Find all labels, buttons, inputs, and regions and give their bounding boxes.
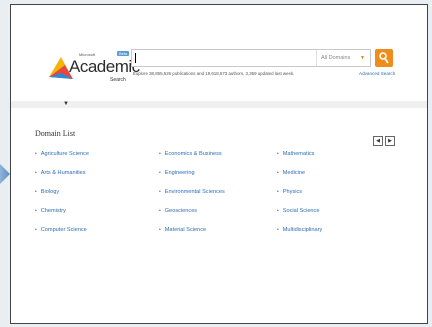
header: Microsoft Beta Academic Search All Domai… [11,5,427,101]
domain-link[interactable]: • Social Science [277,206,319,216]
domain-link[interactable]: • Medicine [277,168,305,178]
search-box: All Domains ▼ [131,49,371,67]
search-button[interactable] [375,49,393,67]
next-page-icon[interactable]: ▶ [385,136,395,146]
explore-stats-text: Explore 38,855,526 publications and 19,6… [133,71,295,76]
advanced-search-link[interactable]: Advanced Search [359,71,395,76]
beta-badge: Beta [117,51,130,56]
domain-link[interactable]: • Computer Science [35,225,87,235]
logo-search-text: Search [110,77,126,83]
domain-link[interactable]: • Geosciences [159,206,197,216]
domain-link[interactable]: • Engineering [159,168,195,178]
domain-link[interactable]: • Physics [277,187,302,197]
previous-page-icon[interactable]: ◀ [373,136,383,146]
domain-link[interactable]: • Arts & Humanities [35,168,86,178]
search-icon [379,52,389,64]
side-arrow-decoration [0,164,10,184]
dropdown-arrow-icon: ▼ [360,55,365,61]
domain-link[interactable]: • Multidisciplinary [277,225,322,235]
domain-link[interactable]: • Biology [35,187,59,197]
domain-link[interactable]: • Environmental Sciences [159,187,225,197]
domain-list-title: Domain List [35,129,76,138]
domain-link[interactable]: • Material Science [159,225,206,235]
domain-pager: ◀ ▶ [373,129,397,147]
domain-select[interactable]: All Domains ▼ [316,50,370,66]
search-input[interactable] [132,50,316,66]
logo-academic-text: Academic [69,57,140,76]
browser-window: Microsoft Beta Academic Search All Domai… [10,4,428,324]
domain-link[interactable]: • Mathematics [277,149,314,159]
domain-select-value: All Domains [321,55,351,61]
domain-link[interactable]: • Economics & Business [159,149,222,159]
text-cursor [135,53,136,63]
microsoft-academic-search-logo[interactable]: Microsoft Beta Academic Search [47,49,140,91]
nav-strip [11,101,427,108]
domain-link[interactable]: • Agriculture Science [35,149,89,159]
nav-pointer-icon: ▼ [63,101,69,107]
domain-link[interactable]: • Chemistry [35,206,66,216]
